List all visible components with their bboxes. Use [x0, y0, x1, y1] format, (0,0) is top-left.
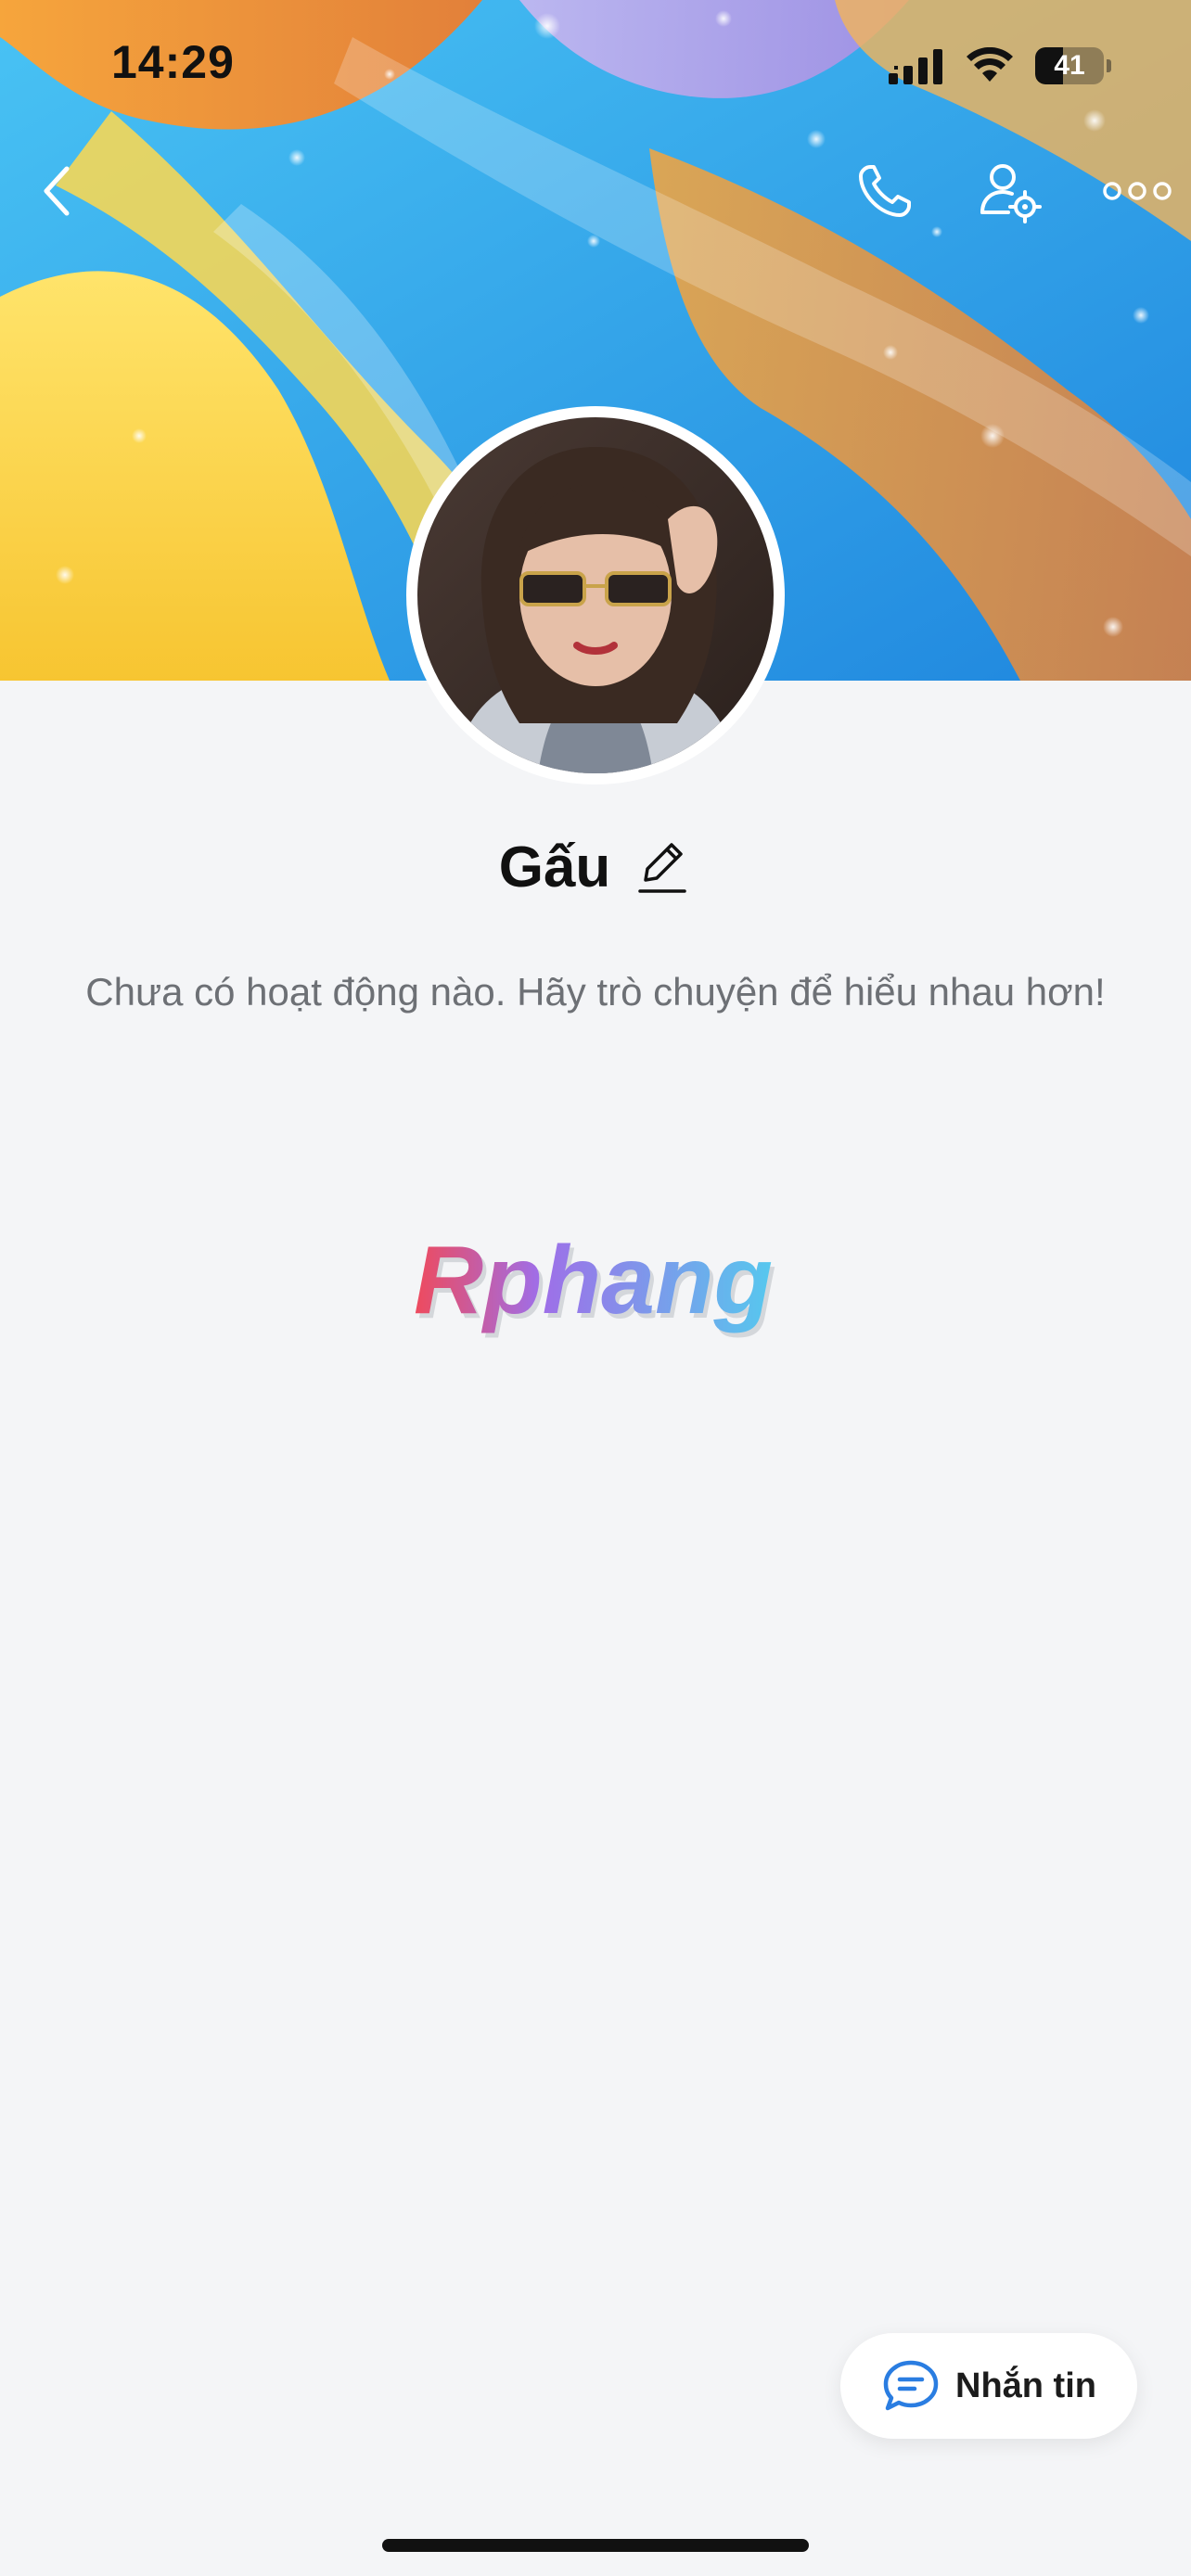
battery-level: 41 [1054, 50, 1085, 81]
more-options-button[interactable] [1091, 147, 1184, 236]
profile-screen: 14:29 41 Gấu Chưa có hoạt động nào. Hãy … [0, 0, 1191, 2576]
user-settings-icon [980, 164, 1042, 223]
avatar-frame[interactable] [406, 406, 785, 784]
chat-bubble-icon [883, 2360, 939, 2411]
battery-icon: 41 [1035, 47, 1111, 84]
message-button-label: Nhắn tin [955, 2366, 1096, 2405]
name-row: Gấu [0, 825, 1191, 909]
watermark-text: Rphang [414, 1227, 773, 1334]
home-indicator[interactable] [382, 2539, 809, 2552]
phone-icon [859, 165, 911, 217]
avatar-photo [417, 417, 774, 773]
more-dots-icon [1103, 182, 1172, 200]
call-button[interactable] [840, 147, 929, 236]
edit-name-button[interactable] [633, 834, 692, 900]
empty-activity-message: Chưa có hoạt động nào. Hãy trò chuyện để… [85, 970, 1106, 1014]
profile-name: Gấu [498, 835, 611, 899]
back-button[interactable] [13, 147, 102, 236]
wifi-icon [967, 47, 1013, 82]
avatar [417, 417, 774, 773]
status-bar: 14:29 41 [0, 0, 1191, 130]
cellular-signal-icon [889, 49, 942, 84]
message-button[interactable]: Nhắn tin [840, 2333, 1137, 2439]
profile-settings-button[interactable] [965, 147, 1054, 236]
back-chevron-icon [44, 166, 70, 216]
status-icons: 41 [889, 43, 1111, 89]
watermark-logo: Rphang Rphang [414, 1227, 776, 1339]
status-time: 14:29 [111, 36, 235, 88]
pencil-icon [638, 843, 687, 893]
